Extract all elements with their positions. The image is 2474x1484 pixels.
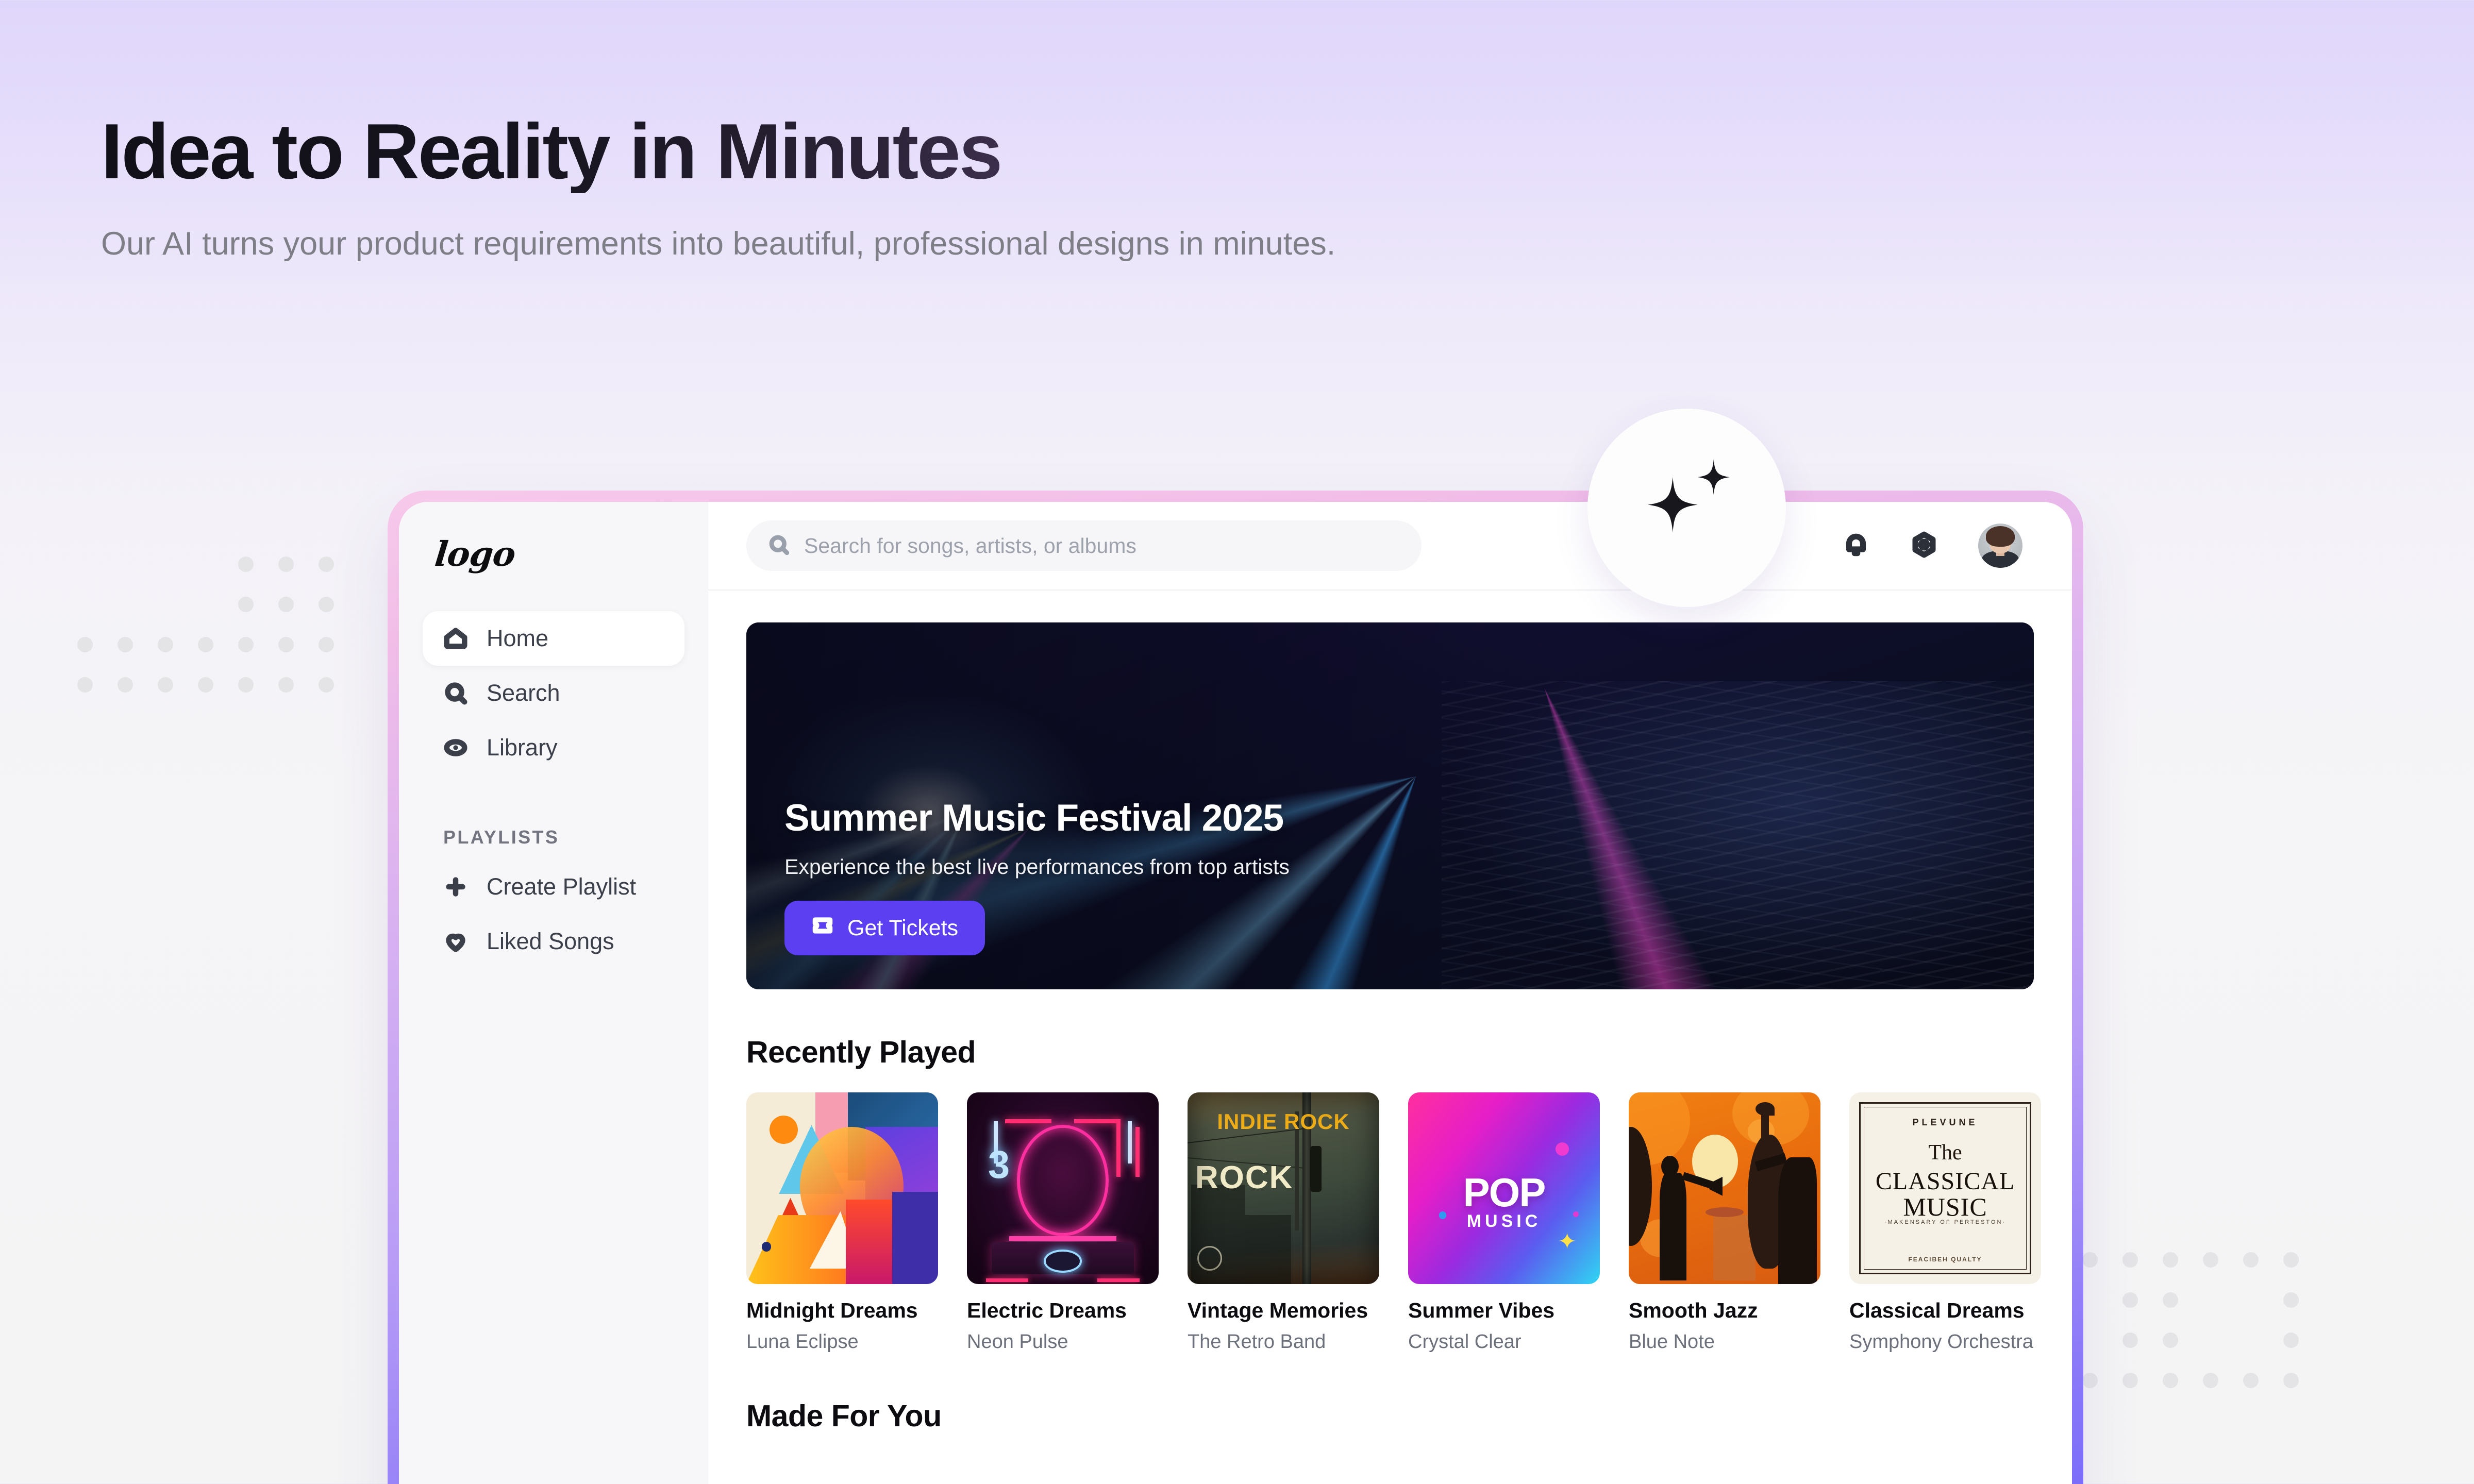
search-icon [768, 534, 790, 558]
album-card[interactable]: Smooth Jazz Blue Note [1629, 1092, 1820, 1353]
library-icon [443, 735, 468, 760]
album-art-text: POP [1463, 1169, 1546, 1215]
album-grid: Midnight Dreams Luna Eclipse 3 Electric … [746, 1092, 2041, 1353]
album-art: INDIE ROCK ROCK [1188, 1092, 1379, 1284]
album-art-text: FEACIBEH QUALTY [1908, 1256, 1982, 1263]
sidebar-item-label: Home [487, 625, 549, 651]
page-subtitle: Our AI turns your product requirements i… [101, 225, 1336, 262]
album-artist: Crystal Clear [1408, 1331, 1522, 1353]
banner-title: Summer Music Festival 2025 [784, 797, 1284, 839]
app-screen: logo Home Search Library PLAYLISTS Creat… [399, 502, 2072, 1484]
album-artist: Luna Eclipse [746, 1331, 859, 1353]
device-frame: logo Home Search Library PLAYLISTS Creat… [388, 491, 2083, 1484]
album-card[interactable]: INDIE ROCK ROCK Vintage Memories The Ret… [1188, 1092, 1379, 1353]
album-art-text: CLASSICAL [1875, 1168, 2015, 1195]
album-card[interactable]: Midnight Dreams Luna Eclipse [746, 1092, 938, 1353]
album-title: Summer Vibes [1408, 1298, 1555, 1322]
sidebar-item-home[interactable]: Home [423, 611, 684, 666]
plus-icon [443, 874, 468, 899]
home-icon [443, 626, 468, 651]
section-title-made-for-you: Made For You [746, 1399, 942, 1433]
sidebar-item-label: Create Playlist [487, 873, 637, 900]
album-title: Smooth Jazz [1629, 1298, 1758, 1322]
top-bar [708, 502, 2072, 591]
album-art: PLEVUNE The CLASSICAL MUSIC ·MAKENSARY O… [1849, 1092, 2041, 1284]
heart-icon [443, 929, 468, 954]
section-title-recently-played: Recently Played [746, 1035, 976, 1069]
sidebar-section-label: PLAYLISTS [443, 827, 560, 848]
album-card[interactable]: ✦ POP MUSIC Summer Vibes Crystal Clear [1408, 1092, 1600, 1353]
search-bar[interactable] [746, 520, 1422, 571]
sidebar-nav: Home Search Library [423, 611, 684, 775]
album-card[interactable]: PLEVUNE The CLASSICAL MUSIC ·MAKENSARY O… [1849, 1092, 2041, 1353]
gear-icon[interactable] [1910, 531, 1938, 561]
album-art: ✦ POP MUSIC [1408, 1092, 1600, 1284]
get-tickets-button[interactable]: Get Tickets [784, 901, 985, 955]
search-icon [443, 681, 468, 705]
album-title: Vintage Memories [1188, 1298, 1368, 1322]
sidebar-item-liked-songs[interactable]: Liked Songs [423, 914, 684, 969]
top-bar-actions [1842, 524, 2034, 568]
avatar[interactable] [1978, 524, 2022, 568]
sidebar-playlist-actions: Create Playlist Liked Songs [423, 859, 684, 969]
album-art-text: 3 [988, 1142, 1010, 1187]
get-tickets-label: Get Tickets [847, 915, 959, 940]
main-content: Summer Music Festival 2025 Experience th… [708, 502, 2072, 1484]
album-art [1629, 1092, 1820, 1284]
album-artist: Neon Pulse [967, 1331, 1068, 1353]
sidebar: logo Home Search Library PLAYLISTS Creat… [399, 502, 708, 1484]
album-art-text: The [1928, 1141, 1962, 1165]
sidebar-item-create-playlist[interactable]: Create Playlist [423, 859, 684, 914]
album-art-text: MUSIC [1903, 1192, 1987, 1222]
sidebar-item-library[interactable]: Library [423, 720, 684, 775]
album-art: 3 [967, 1092, 1159, 1284]
album-artist: The Retro Band [1188, 1331, 1326, 1353]
album-art [746, 1092, 938, 1284]
album-title: Classical Dreams [1849, 1298, 2025, 1322]
album-art-text: PLEVUNE [1912, 1117, 1978, 1128]
search-input[interactable] [804, 533, 1400, 558]
sidebar-item-label: Liked Songs [487, 928, 614, 954]
sidebar-item-label: Library [487, 734, 558, 761]
bell-icon[interactable] [1842, 531, 1870, 561]
ticket-icon [811, 914, 834, 942]
page-title: Idea to Reality in Minutes [101, 110, 1596, 193]
sidebar-item-search[interactable]: Search [423, 666, 684, 720]
album-title: Midnight Dreams [746, 1298, 918, 1322]
album-card[interactable]: 3 Electric Dreams Neon Pulse [967, 1092, 1159, 1353]
hero-section: Idea to Reality in Minutes Our AI turns … [101, 110, 1596, 267]
album-artist: Symphony Orchestra [1849, 1331, 2033, 1353]
content-scroll-area: Summer Music Festival 2025 Experience th… [708, 591, 2072, 1484]
album-title: Electric Dreams [967, 1298, 1127, 1322]
ai-sparkle-badge[interactable] [1587, 409, 1786, 607]
app-logo[interactable]: logo [433, 534, 687, 574]
sparkles-icon [1633, 458, 1741, 558]
featured-banner[interactable]: Summer Music Festival 2025 Experience th… [746, 622, 2034, 989]
album-art-text: ·MAKENSARY OF PERTESTON· [1884, 1219, 2007, 1225]
decorative-dot-grid-left [77, 556, 334, 693]
banner-subtitle: Experience the best live performances fr… [784, 855, 1290, 879]
banner-text-block: Summer Music Festival 2025 Experience th… [784, 797, 1290, 955]
album-artist: Blue Note [1629, 1331, 1715, 1353]
sidebar-item-label: Search [487, 680, 560, 706]
album-art-text: MUSIC [1466, 1211, 1542, 1231]
